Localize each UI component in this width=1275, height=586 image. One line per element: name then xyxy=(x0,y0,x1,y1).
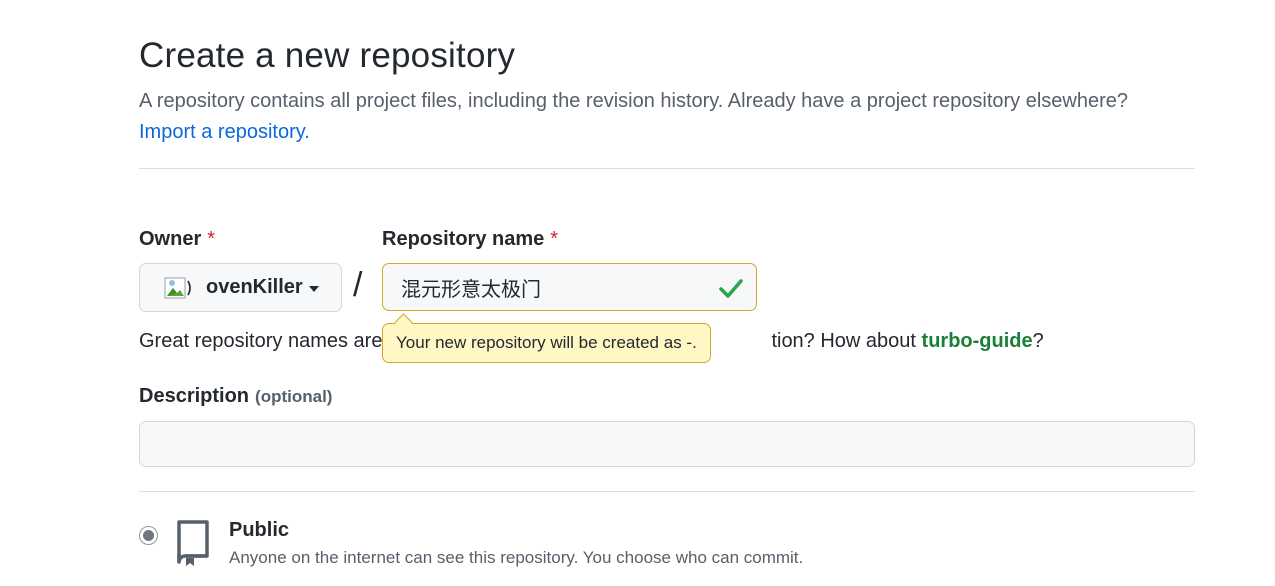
owner-required-mark: * xyxy=(207,228,216,250)
owner-name: ovenKiller xyxy=(206,276,303,298)
public-option-description: Anyone on the internet can see this repo… xyxy=(229,548,804,567)
hint-prefix: Great repository names are xyxy=(139,330,383,352)
check-icon xyxy=(719,279,743,298)
owner-select-button[interactable]: ovenKiller xyxy=(139,263,342,312)
hint-end: ? xyxy=(1032,330,1044,352)
repository-name-label-text: Repository name xyxy=(382,228,545,250)
description-input[interactable] xyxy=(139,421,1195,467)
repository-name-label: Repository name * xyxy=(382,228,558,251)
section-divider xyxy=(139,491,1195,492)
broken-image-icon xyxy=(164,277,191,298)
page-title: Create a new repository xyxy=(139,36,516,75)
public-option-label: Public xyxy=(229,519,290,541)
owner-label-text: Owner xyxy=(139,228,202,250)
repository-name-tooltip: Your new repository will be created as -… xyxy=(382,323,711,363)
chevron-down-icon xyxy=(308,286,319,292)
repo-icon xyxy=(177,520,209,566)
radio-selected-dot xyxy=(143,530,154,541)
description-label-text: Description xyxy=(139,385,250,407)
owner-repo-separator: / xyxy=(353,266,363,304)
repository-name-value: 混元形意太极门 xyxy=(401,276,541,301)
hint-suffix: tion? How about xyxy=(771,330,916,352)
repository-required-mark: * xyxy=(550,228,559,250)
page-subtitle: A repository contains all project files,… xyxy=(139,86,1199,148)
subtitle-text: A repository contains all project files,… xyxy=(139,90,1129,112)
public-radio[interactable] xyxy=(139,526,158,545)
owner-label: Owner * xyxy=(139,228,215,251)
repository-name-input[interactable]: 混元形意太极门 xyxy=(382,263,757,311)
create-repository-page: Create a new repository A repository con… xyxy=(0,0,1275,586)
avatar xyxy=(164,275,194,301)
description-label: Description (optional) xyxy=(139,385,332,408)
suggested-name-link[interactable]: turbo-guide xyxy=(922,330,1033,352)
header-divider xyxy=(139,168,1195,169)
optional-note: (optional) xyxy=(255,387,333,406)
import-repository-link[interactable]: Import a repository. xyxy=(139,121,310,143)
